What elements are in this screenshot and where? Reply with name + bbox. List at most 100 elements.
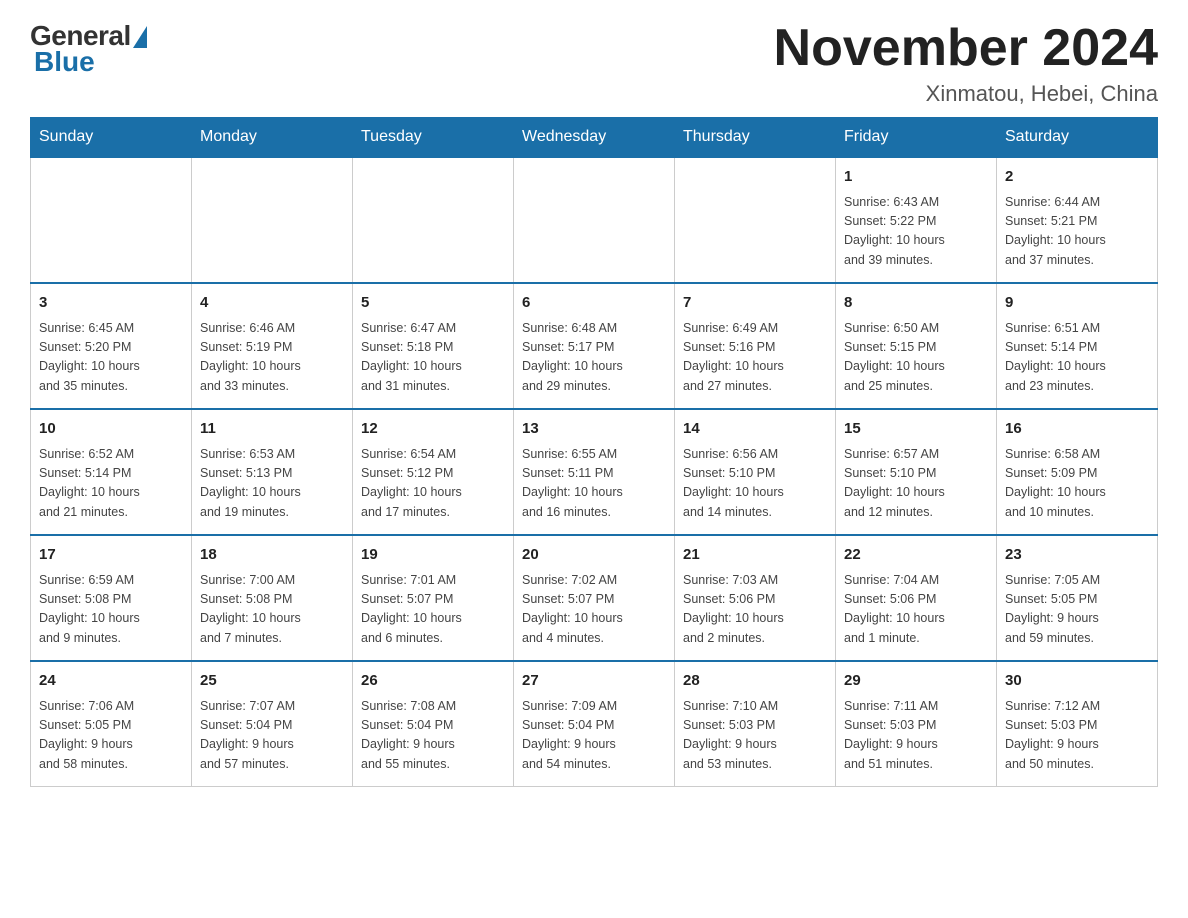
calendar-table: SundayMondayTuesdayWednesdayThursdayFrid… [30,117,1158,787]
calendar-header-thursday: Thursday [675,118,836,158]
calendar-cell-4-7: 23Sunrise: 7:05 AM Sunset: 5:05 PM Dayli… [997,535,1158,661]
day-number: 17 [39,544,183,567]
calendar-cell-5-1: 24Sunrise: 7:06 AM Sunset: 5:05 PM Dayli… [31,661,192,787]
calendar-cell-2-1: 3 Sunrise: 6:45 AM Sunset: 5:20 PM Daylig… [31,283,192,409]
day-number: 26 [361,670,505,693]
calendar-cell-5-2: 25Sunrise: 7:07 AM Sunset: 5:04 PM Dayli… [192,661,353,787]
calendar-cell-3-1: 10 Sunrise: 6:52 AM Sunset: 5:14 PM Dayli… [31,409,192,535]
day-info: Sunrise: 7:01 AM Sunset: 5:07 PM Dayligh… [361,571,505,649]
calendar-header-monday: Monday [192,118,353,158]
day-number: 4 [200,292,344,315]
calendar-cell-4-2: 18Sunrise: 7:00 AM Sunset: 5:08 PM Dayli… [192,535,353,661]
calendar-header-wednesday: Wednesday [514,118,675,158]
day-info: Sunrise: 7:02 AM Sunset: 5:07 PM Dayligh… [522,571,666,649]
day-number: 11 [200,418,344,441]
day-number: 10 [39,418,183,441]
title-area: November 2024 Xinmatou, Hebei, China [774,20,1158,107]
calendar-cell-4-4: 20 Sunrise: 7:02 AM Sunset: 5:07 PM Dayli… [514,535,675,661]
calendar-cell-1-4 [514,157,675,283]
day-number: 22 [844,544,988,567]
month-title: November 2024 [774,20,1158,77]
day-info: Sunrise: 7:11 AM Sunset: 5:03 PM Dayligh… [844,697,988,775]
day-number: 20 [522,544,666,567]
day-info: Sunrise: 7:04 AM Sunset: 5:06 PM Dayligh… [844,571,988,649]
header: General Blue November 2024 Xinmatou, Heb… [30,20,1158,107]
calendar-cell-2-4: 6 Sunrise: 6:48 AM Sunset: 5:17 PM Daylig… [514,283,675,409]
calendar-week-row-5: 24Sunrise: 7:06 AM Sunset: 5:05 PM Dayli… [31,661,1158,787]
calendar-cell-5-7: 30 Sunrise: 7:12 AM Sunset: 5:03 PM Dayli… [997,661,1158,787]
day-info: Sunrise: 6:56 AM Sunset: 5:10 PM Dayligh… [683,445,827,523]
day-info: Sunrise: 6:44 AM Sunset: 5:21 PM Dayligh… [1005,193,1149,271]
day-number: 13 [522,418,666,441]
calendar-cell-3-2: 11 Sunrise: 6:53 AM Sunset: 5:13 PM Dayli… [192,409,353,535]
calendar-cell-5-5: 28Sunrise: 7:10 AM Sunset: 5:03 PM Dayli… [675,661,836,787]
calendar-cell-4-3: 19 Sunrise: 7:01 AM Sunset: 5:07 PM Dayli… [353,535,514,661]
day-number: 3 [39,292,183,315]
day-number: 2 [1005,166,1149,189]
day-info: Sunrise: 6:52 AM Sunset: 5:14 PM Dayligh… [39,445,183,523]
calendar-week-row-2: 3 Sunrise: 6:45 AM Sunset: 5:20 PM Daylig… [31,283,1158,409]
day-info: Sunrise: 6:51 AM Sunset: 5:14 PM Dayligh… [1005,319,1149,397]
calendar-cell-2-5: 7Sunrise: 6:49 AM Sunset: 5:16 PM Daylig… [675,283,836,409]
calendar-cell-3-3: 12Sunrise: 6:54 AM Sunset: 5:12 PM Dayli… [353,409,514,535]
calendar-header-sunday: Sunday [31,118,192,158]
day-info: Sunrise: 6:59 AM Sunset: 5:08 PM Dayligh… [39,571,183,649]
day-number: 6 [522,292,666,315]
day-number: 27 [522,670,666,693]
day-info: Sunrise: 6:55 AM Sunset: 5:11 PM Dayligh… [522,445,666,523]
logo: General Blue [30,20,147,78]
calendar-cell-3-5: 14Sunrise: 6:56 AM Sunset: 5:10 PM Dayli… [675,409,836,535]
calendar-cell-1-3 [353,157,514,283]
calendar-week-row-3: 10 Sunrise: 6:52 AM Sunset: 5:14 PM Dayli… [31,409,1158,535]
calendar-cell-2-7: 9 Sunrise: 6:51 AM Sunset: 5:14 PM Daylig… [997,283,1158,409]
day-info: Sunrise: 6:43 AM Sunset: 5:22 PM Dayligh… [844,193,988,271]
calendar-cell-4-1: 17 Sunrise: 6:59 AM Sunset: 5:08 PM Dayli… [31,535,192,661]
day-info: Sunrise: 6:54 AM Sunset: 5:12 PM Dayligh… [361,445,505,523]
day-number: 29 [844,670,988,693]
day-number: 1 [844,166,988,189]
day-info: Sunrise: 6:57 AM Sunset: 5:10 PM Dayligh… [844,445,988,523]
calendar-week-row-4: 17 Sunrise: 6:59 AM Sunset: 5:08 PM Dayli… [31,535,1158,661]
day-info: Sunrise: 6:58 AM Sunset: 5:09 PM Dayligh… [1005,445,1149,523]
day-number: 28 [683,670,827,693]
day-number: 30 [1005,670,1149,693]
day-info: Sunrise: 7:09 AM Sunset: 5:04 PM Dayligh… [522,697,666,775]
calendar-header-row: SundayMondayTuesdayWednesdayThursdayFrid… [31,118,1158,158]
day-info: Sunrise: 6:46 AM Sunset: 5:19 PM Dayligh… [200,319,344,397]
day-number: 25 [200,670,344,693]
day-number: 15 [844,418,988,441]
calendar-cell-4-5: 21Sunrise: 7:03 AM Sunset: 5:06 PM Dayli… [675,535,836,661]
location-title: Xinmatou, Hebei, China [774,81,1158,107]
day-info: Sunrise: 6:48 AM Sunset: 5:17 PM Dayligh… [522,319,666,397]
day-info: Sunrise: 6:45 AM Sunset: 5:20 PM Dayligh… [39,319,183,397]
calendar-cell-5-3: 26Sunrise: 7:08 AM Sunset: 5:04 PM Dayli… [353,661,514,787]
day-number: 23 [1005,544,1149,567]
calendar-cell-1-1 [31,157,192,283]
calendar-cell-3-7: 16Sunrise: 6:58 AM Sunset: 5:09 PM Dayli… [997,409,1158,535]
day-info: Sunrise: 6:50 AM Sunset: 5:15 PM Dayligh… [844,319,988,397]
calendar-cell-1-5 [675,157,836,283]
calendar-cell-1-6: 1 Sunrise: 6:43 AM Sunset: 5:22 PM Daylig… [836,157,997,283]
calendar-cell-1-2 [192,157,353,283]
day-info: Sunrise: 6:47 AM Sunset: 5:18 PM Dayligh… [361,319,505,397]
calendar-header-saturday: Saturday [997,118,1158,158]
calendar-cell-5-4: 27 Sunrise: 7:09 AM Sunset: 5:04 PM Dayli… [514,661,675,787]
day-info: Sunrise: 7:00 AM Sunset: 5:08 PM Dayligh… [200,571,344,649]
calendar-cell-2-6: 8 Sunrise: 6:50 AM Sunset: 5:15 PM Daylig… [836,283,997,409]
logo-blue-text: Blue [34,46,95,78]
day-number: 7 [683,292,827,315]
day-number: 5 [361,292,505,315]
calendar-header-tuesday: Tuesday [353,118,514,158]
calendar-cell-5-6: 29 Sunrise: 7:11 AM Sunset: 5:03 PM Dayli… [836,661,997,787]
day-number: 21 [683,544,827,567]
day-info: Sunrise: 7:12 AM Sunset: 5:03 PM Dayligh… [1005,697,1149,775]
day-number: 19 [361,544,505,567]
day-number: 9 [1005,292,1149,315]
day-number: 8 [844,292,988,315]
day-info: Sunrise: 6:53 AM Sunset: 5:13 PM Dayligh… [200,445,344,523]
calendar-week-row-1: 1 Sunrise: 6:43 AM Sunset: 5:22 PM Daylig… [31,157,1158,283]
calendar-cell-2-3: 5 Sunrise: 6:47 AM Sunset: 5:18 PM Daylig… [353,283,514,409]
calendar-cell-3-6: 15 Sunrise: 6:57 AM Sunset: 5:10 PM Dayli… [836,409,997,535]
calendar-cell-3-4: 13 Sunrise: 6:55 AM Sunset: 5:11 PM Dayli… [514,409,675,535]
day-info: Sunrise: 7:06 AM Sunset: 5:05 PM Dayligh… [39,697,183,775]
